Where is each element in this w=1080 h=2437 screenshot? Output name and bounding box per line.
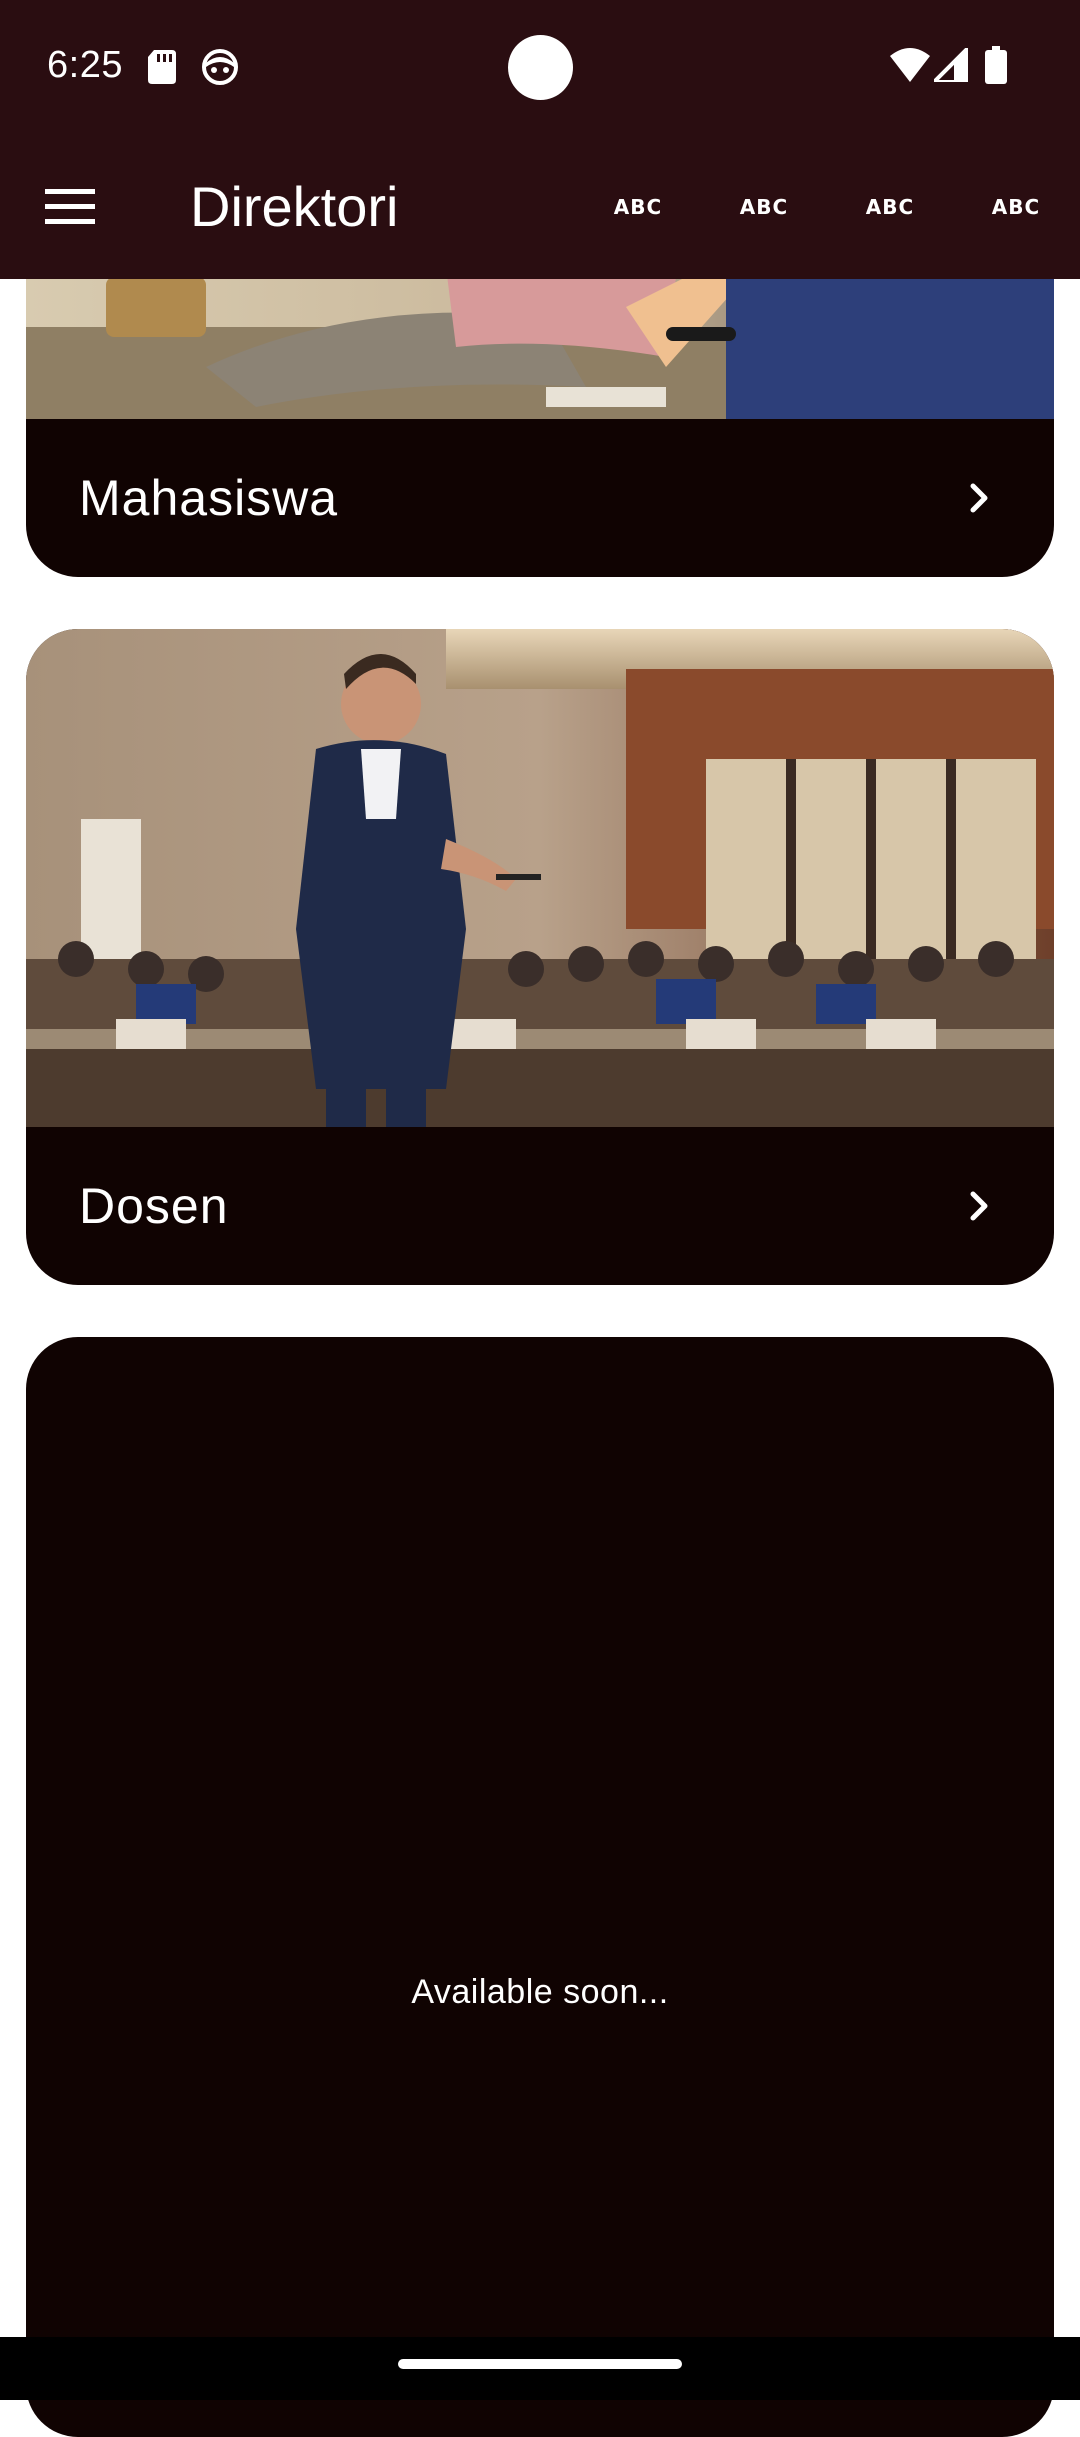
card-placeholder: Available soon...	[26, 1337, 1054, 2437]
wifi-icon	[890, 48, 930, 82]
navigation-bar	[0, 2337, 1080, 2400]
menu-button[interactable]	[34, 171, 106, 243]
card-label-dosen: Dosen	[79, 1178, 229, 1234]
home-gesture-handle[interactable]	[398, 2359, 682, 2369]
card-footer-mahasiswa: Mahasiswa	[26, 419, 1054, 577]
cellular-signal-icon	[934, 48, 968, 82]
chevron-right-icon	[970, 1191, 988, 1221]
top-bar: 6:25 Direktori ABC ABC ABC ABC	[0, 0, 1080, 279]
abc-action-button-3[interactable]: ABC	[842, 175, 938, 239]
status-time: 6:25	[47, 44, 123, 86]
card-footer-dosen: Dosen	[26, 1127, 1054, 1285]
app-bar: Direktori ABC ABC ABC ABC	[0, 135, 1080, 279]
lecturer-photo	[26, 629, 1054, 1127]
page-title: Direktori	[190, 175, 399, 238]
abc-action-button-4[interactable]: ABC	[968, 175, 1064, 239]
abc-action-button-2[interactable]: ABC	[716, 175, 812, 239]
abc-action-button-1[interactable]: ABC	[590, 175, 686, 239]
camera-cutout	[508, 35, 573, 100]
status-bar: 6:25	[0, 0, 1080, 135]
sd-card-icon	[148, 50, 176, 84]
menu-icon	[45, 189, 95, 224]
available-soon-text: Available soon...	[411, 1973, 669, 2011]
battery-icon	[985, 46, 1007, 84]
chevron-right-icon	[970, 483, 988, 513]
card-label-mahasiswa: Mahasiswa	[79, 470, 339, 526]
face-icon	[202, 49, 238, 85]
card-dosen[interactable]: Dosen	[26, 629, 1054, 1285]
